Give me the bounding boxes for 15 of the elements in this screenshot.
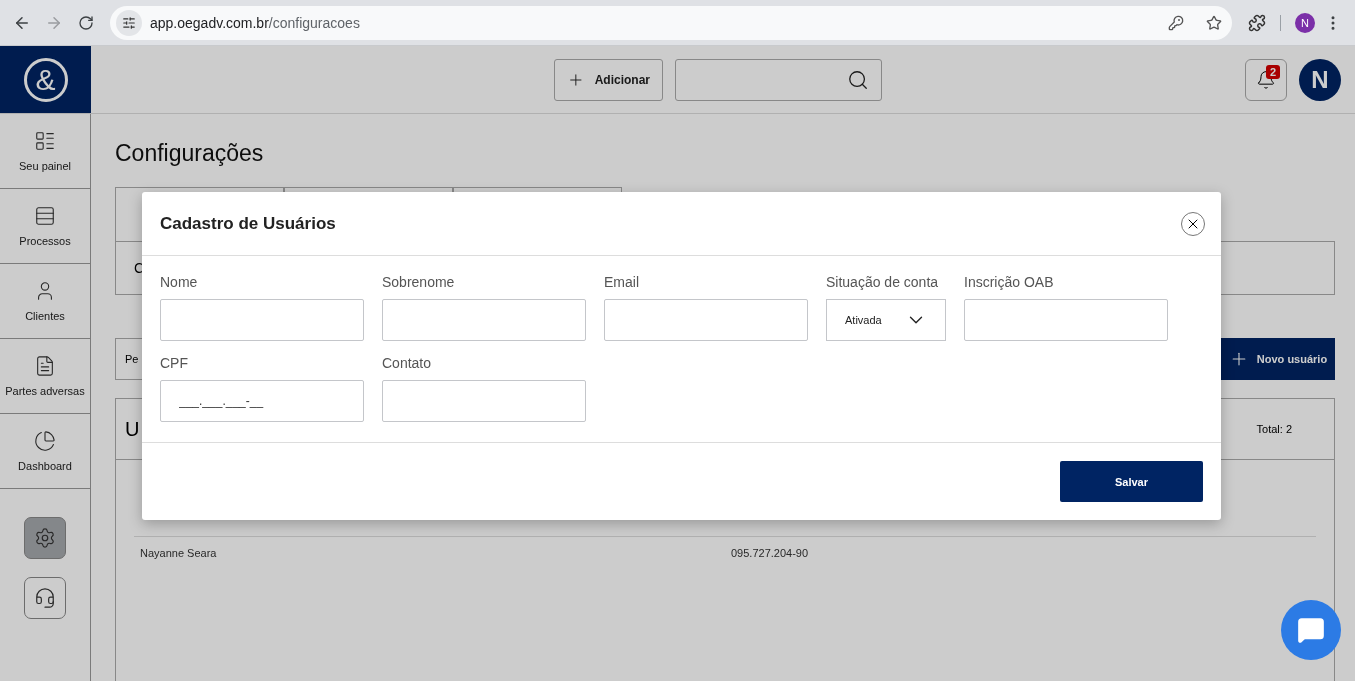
field-label: Nome [160, 274, 199, 290]
field-label: Inscrição OAB [964, 274, 1055, 290]
field-label: Sobrenome [382, 274, 456, 290]
dialog-title: Cadastro de Usuários [160, 213, 336, 234]
page-title: Configurações [115, 140, 265, 167]
total-count: Total: 2 [1256, 423, 1292, 435]
notification-badge: 2 [1265, 64, 1280, 79]
url-text: app.oegadv.com.br/configuracoes [150, 14, 361, 31]
field-label: Situação de conta [826, 274, 940, 290]
table-cell-text: 095.727.204-90 [731, 547, 810, 559]
field-label: CPF [160, 355, 189, 371]
table-cell-text: Nayanne Seara [140, 547, 218, 559]
field-label: Contato [382, 355, 433, 371]
card-title: U [125, 417, 140, 441]
field-label: Email [604, 274, 640, 290]
